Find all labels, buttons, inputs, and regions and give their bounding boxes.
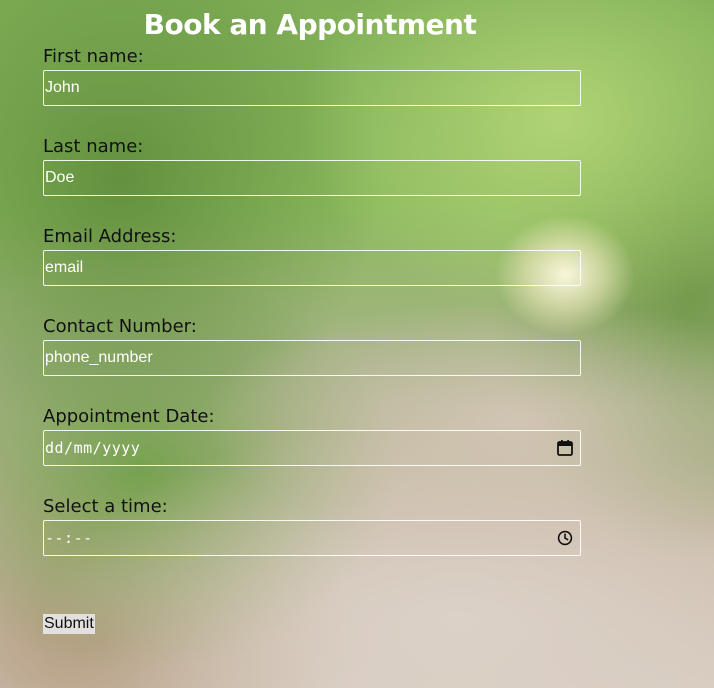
time-label: Select a time: <box>43 496 168 517</box>
appointment-form: First name: John Last name: Doe Email Ad… <box>43 44 581 556</box>
page-title: Book an Appointment <box>143 8 477 41</box>
last-name-value: Doe <box>45 169 75 186</box>
first-name-value: John <box>45 79 80 96</box>
contact-number-field-group: Contact Number: phone_number <box>43 314 581 376</box>
submit-button[interactable]: Submit <box>43 614 95 634</box>
last-name-label: Last name: <box>43 136 144 157</box>
email-value: email <box>45 259 84 276</box>
email-field-group: Email Address: email <box>43 224 581 286</box>
time-input[interactable]: --:-- <box>43 520 581 556</box>
appointment-date-label: Appointment Date: <box>43 406 215 427</box>
last-name-input[interactable]: Doe <box>43 160 581 196</box>
email-label: Email Address: <box>43 226 177 247</box>
appointment-date-field-group: Appointment Date: dd/mm/yyyy <box>43 404 581 466</box>
email-input[interactable]: email <box>43 250 581 286</box>
first-name-input[interactable]: John <box>43 70 581 106</box>
first-name-label: First name: <box>43 46 144 67</box>
contact-number-input[interactable]: phone_number <box>43 340 581 376</box>
clock-icon[interactable] <box>555 528 575 548</box>
appointment-date-value: dd/mm/yyyy <box>45 439 141 457</box>
time-field-group: Select a time: --:-- <box>43 494 581 556</box>
appointment-date-input[interactable]: dd/mm/yyyy <box>43 430 581 466</box>
contact-number-value: phone_number <box>45 349 153 366</box>
contact-number-label: Contact Number: <box>43 316 197 337</box>
time-value: --:-- <box>45 529 93 547</box>
first-name-field-group: First name: John <box>43 44 581 106</box>
calendar-icon[interactable] <box>555 438 575 458</box>
last-name-field-group: Last name: Doe <box>43 134 581 196</box>
